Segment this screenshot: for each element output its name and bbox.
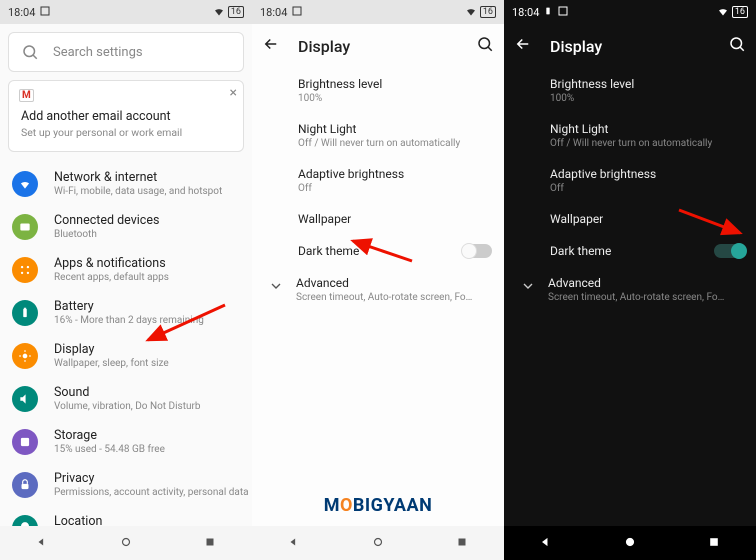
back-arrow-icon[interactable] xyxy=(514,35,532,57)
battery-icon: 16 xyxy=(228,6,244,18)
wifi-icon xyxy=(213,5,225,20)
night-light[interactable]: Night LightOff / Will never turn on auto… xyxy=(550,113,746,158)
chevron-down-icon xyxy=(520,276,536,298)
display-title: Display xyxy=(550,37,710,56)
search-icon[interactable] xyxy=(728,35,746,57)
add-email-title: Add another email account xyxy=(21,109,231,124)
storage-icon xyxy=(12,429,38,455)
battery-small-icon xyxy=(543,6,553,19)
setting-display[interactable]: DisplayWallpaper, sleep, font size xyxy=(0,334,252,377)
status-bar: 18:04 16 xyxy=(0,0,252,24)
dark-theme-row[interactable]: Dark theme xyxy=(298,235,494,267)
wallpaper[interactable]: Wallpaper xyxy=(298,203,494,235)
status-bar: 18:04 16 xyxy=(504,0,756,24)
nav-bar xyxy=(504,526,756,560)
nav-home-icon[interactable] xyxy=(119,534,133,553)
nav-recent-icon[interactable] xyxy=(203,534,217,553)
setting-apps[interactable]: Apps & notificationsRecent apps, default… xyxy=(0,248,252,291)
advanced-row[interactable]: AdvancedScreen timeout, Auto-rotate scre… xyxy=(504,267,756,312)
setting-storage[interactable]: Storage15% used - 54.48 GB free xyxy=(0,420,252,463)
display-settings-light: 18:04 16 Display Brightness level100% Ni… xyxy=(252,0,504,560)
nav-back-icon[interactable] xyxy=(539,534,553,553)
status-time: 18:04 xyxy=(512,6,539,19)
back-arrow-icon[interactable] xyxy=(262,35,280,57)
nav-home-icon[interactable] xyxy=(623,534,637,553)
nav-home-icon[interactable] xyxy=(371,534,385,553)
status-bar: 18:04 16 xyxy=(252,0,504,24)
dark-theme-toggle[interactable] xyxy=(462,244,492,258)
sound-icon xyxy=(12,386,38,412)
setting-network[interactable]: Network & internetWi-Fi, mobile, data us… xyxy=(0,162,252,205)
display-title: Display xyxy=(298,37,458,56)
wallpaper[interactable]: Wallpaper xyxy=(550,203,746,235)
nav-back-icon[interactable] xyxy=(287,534,301,553)
wifi-circle-icon xyxy=(12,171,38,197)
close-icon[interactable]: × xyxy=(230,85,237,101)
screenshot-icon xyxy=(291,5,303,20)
search-icon xyxy=(21,43,39,61)
screenshot-icon xyxy=(39,5,51,20)
brightness-level[interactable]: Brightness level100% xyxy=(298,68,494,113)
display-header: Display xyxy=(252,24,504,68)
adaptive-brightness[interactable]: Adaptive brightnessOff xyxy=(298,158,494,203)
add-email-subtitle: Set up your personal or work email xyxy=(21,126,231,139)
wifi-icon xyxy=(717,5,729,20)
nav-bar xyxy=(252,526,504,560)
apps-icon xyxy=(12,257,38,283)
screenshot-icon xyxy=(557,5,569,20)
wifi-icon xyxy=(465,5,477,20)
battery-icon: 16 xyxy=(732,6,748,18)
setting-sound[interactable]: SoundVolume, vibration, Do Not Disturb xyxy=(0,377,252,420)
nav-bar xyxy=(0,526,252,560)
status-time: 18:04 xyxy=(8,6,35,19)
battery-circle-icon xyxy=(12,300,38,326)
setting-connected-devices[interactable]: Connected devicesBluetooth xyxy=(0,205,252,248)
privacy-icon xyxy=(12,472,38,498)
nav-back-icon[interactable] xyxy=(35,534,49,553)
dark-theme-toggle[interactable] xyxy=(714,244,744,258)
search-placeholder: Search settings xyxy=(53,45,143,60)
devices-icon xyxy=(12,214,38,240)
brightness-level[interactable]: Brightness level100% xyxy=(550,68,746,113)
battery-icon: 16 xyxy=(480,6,496,18)
search-icon[interactable] xyxy=(476,35,494,57)
status-time: 18:04 xyxy=(260,6,287,19)
setting-battery[interactable]: Battery16% - More than 2 days remaining xyxy=(0,291,252,334)
search-settings-input[interactable]: Search settings xyxy=(8,32,244,72)
add-email-card[interactable]: M × Add another email account Set up you… xyxy=(8,80,244,152)
adaptive-brightness[interactable]: Adaptive brightnessOff xyxy=(550,158,746,203)
nav-recent-icon[interactable] xyxy=(455,534,469,553)
dark-theme-row[interactable]: Dark theme xyxy=(550,235,746,267)
nav-recent-icon[interactable] xyxy=(707,534,721,553)
settings-list: Network & internetWi-Fi, mobile, data us… xyxy=(0,162,252,549)
setting-privacy[interactable]: PrivacyPermissions, account activity, pe… xyxy=(0,463,252,506)
advanced-row[interactable]: AdvancedScreen timeout, Auto-rotate scre… xyxy=(252,267,504,312)
watermark-brand: MOBIGYAAN xyxy=(252,495,504,516)
night-light[interactable]: Night LightOff / Will never turn on auto… xyxy=(298,113,494,158)
gmail-icon: M xyxy=(19,89,34,102)
display-settings-dark: 18:04 16 Display Brightness level100% Ni… xyxy=(504,0,756,560)
chevron-down-icon xyxy=(268,276,284,298)
display-header: Display xyxy=(504,24,756,68)
settings-main-panel: 18:04 16 Search settings M × Add another… xyxy=(0,0,252,560)
display-icon xyxy=(12,343,38,369)
